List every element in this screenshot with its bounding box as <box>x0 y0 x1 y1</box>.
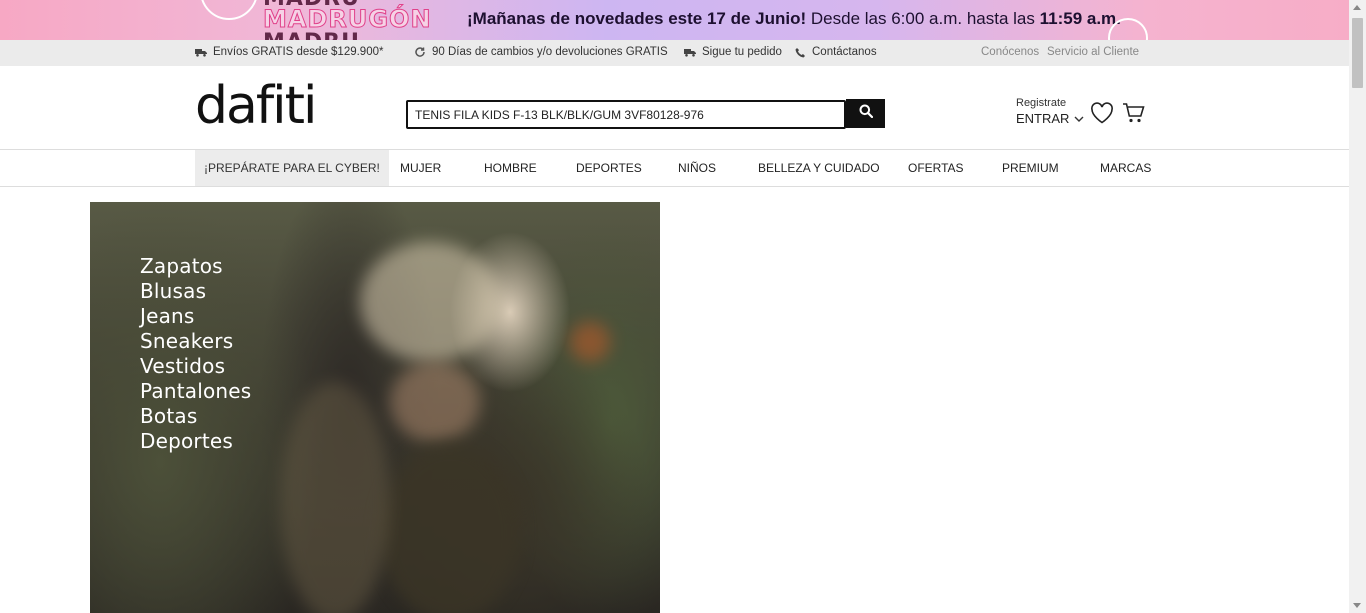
scrollbar-thumb[interactable] <box>1352 18 1363 88</box>
nav-item-ofertas[interactable]: OFERTAS <box>908 150 964 186</box>
hero-photo-area <box>360 242 500 362</box>
site-header: dafiti Registrate ENTRAR <box>0 66 1349 150</box>
hero-category-links: Zapatos Blusas Jeans Sneakers Vestidos P… <box>140 254 251 454</box>
contact-link[interactable]: Contáctanos <box>795 46 877 58</box>
nav-item-hombre[interactable]: HOMBRE <box>484 150 537 186</box>
nav-item-mujer[interactable]: MUJER <box>400 150 441 186</box>
track-order-link[interactable]: Sigue tu pedido <box>684 46 782 58</box>
hero-photo-area <box>390 362 480 442</box>
nav-item-deportes[interactable]: DEPORTES <box>576 150 642 186</box>
wishlist-button[interactable] <box>1090 102 1114 129</box>
shipping-info[interactable]: Envíos GRATIS desde $129.900* <box>195 46 383 58</box>
hero-link-pantalones[interactable]: Pantalones <box>140 379 251 404</box>
account-menu[interactable]: Registrate ENTRAR <box>1016 97 1084 126</box>
contact-label: Contáctanos <box>812 46 877 58</box>
nav-item-cyber[interactable]: ¡PREPÁRATE PARA EL CYBER! <box>195 150 389 186</box>
hero-link-botas[interactable]: Botas <box>140 404 251 429</box>
search-button[interactable] <box>846 99 885 128</box>
truck-icon <box>195 48 207 57</box>
hero-photo-area <box>570 322 610 362</box>
nav-item-ninos[interactable]: NIÑOS <box>678 150 716 186</box>
hero-photo-area <box>280 382 390 613</box>
returns-label: 90 Días de cambios y/o devoluciones GRAT… <box>432 46 668 58</box>
customer-service-link[interactable]: Servicio al Cliente <box>1047 46 1139 58</box>
scroll-down-icon[interactable] <box>1353 603 1361 608</box>
promo-banner[interactable]: MADRU MADRUGÓN MADRU ¡Mañanas de novedad… <box>0 0 1349 40</box>
chevron-down-icon <box>1074 111 1084 126</box>
page-scrollbar[interactable] <box>1349 0 1366 613</box>
search-input[interactable] <box>406 100 846 129</box>
heart-icon <box>1090 102 1114 128</box>
scroll-up-icon[interactable] <box>1353 5 1361 10</box>
decor-ring <box>200 0 258 20</box>
truck-icon <box>684 48 696 57</box>
hero-link-jeans[interactable]: Jeans <box>140 304 251 329</box>
hero-link-deportes[interactable]: Deportes <box>140 429 251 454</box>
login-dropdown[interactable]: ENTRAR <box>1016 111 1084 126</box>
hero-link-sneakers[interactable]: Sneakers <box>140 329 251 354</box>
dafiti-logo[interactable]: dafiti <box>195 80 317 132</box>
register-link[interactable]: Registrate <box>1016 97 1084 109</box>
shipping-label: Envíos GRATIS desde $129.900* <box>213 46 384 58</box>
promo-brand-ghost: MADRU <box>263 30 360 40</box>
phone-icon <box>795 47 806 58</box>
promo-message: ¡Mañanas de novedades este 17 de Junio! … <box>467 9 1121 29</box>
main-nav: ¡PREPÁRATE PARA EL CYBER! MUJER HOMBRE D… <box>0 150 1349 187</box>
customer-service-label: Servicio al Cliente <box>1047 46 1140 58</box>
promo-brand: MADRUGÓN <box>263 5 432 34</box>
login-label: ENTRAR <box>1016 111 1070 126</box>
hero-link-blusas[interactable]: Blusas <box>140 279 251 304</box>
returns-info[interactable]: 90 Días de cambios y/o devoluciones GRAT… <box>414 46 668 58</box>
promo-message-bold: ¡Mañanas de novedades este 17 de Junio! <box>467 9 807 28</box>
refresh-icon <box>414 46 426 58</box>
nav-item-belleza[interactable]: BELLEZA Y CUIDADO <box>758 150 880 186</box>
hero-link-zapatos[interactable]: Zapatos <box>140 254 251 279</box>
cart-button[interactable] <box>1122 102 1146 129</box>
nav-item-marcas[interactable]: MARCAS <box>1100 150 1151 186</box>
about-label: Conócenos <box>981 46 1040 58</box>
promo-message-regular: Desde las 6:00 a.m. hasta las <box>810 9 1035 28</box>
hero-photo-area <box>380 442 520 613</box>
nav-item-premium[interactable]: PREMIUM <box>1002 150 1059 186</box>
hero-banner[interactable]: Zapatos Blusas Jeans Sneakers Vestidos P… <box>90 202 660 613</box>
utility-bar: Envíos GRATIS desde $129.900* 90 Días de… <box>0 40 1349 66</box>
search-icon <box>859 104 873 123</box>
hero-link-vestidos[interactable]: Vestidos <box>140 354 251 379</box>
about-link[interactable]: Conócenos <box>981 46 1039 58</box>
promo-message-time: 11:59 a.m. <box>1039 9 1121 28</box>
cart-icon <box>1122 103 1146 128</box>
track-order-label: Sigue tu pedido <box>702 46 782 58</box>
